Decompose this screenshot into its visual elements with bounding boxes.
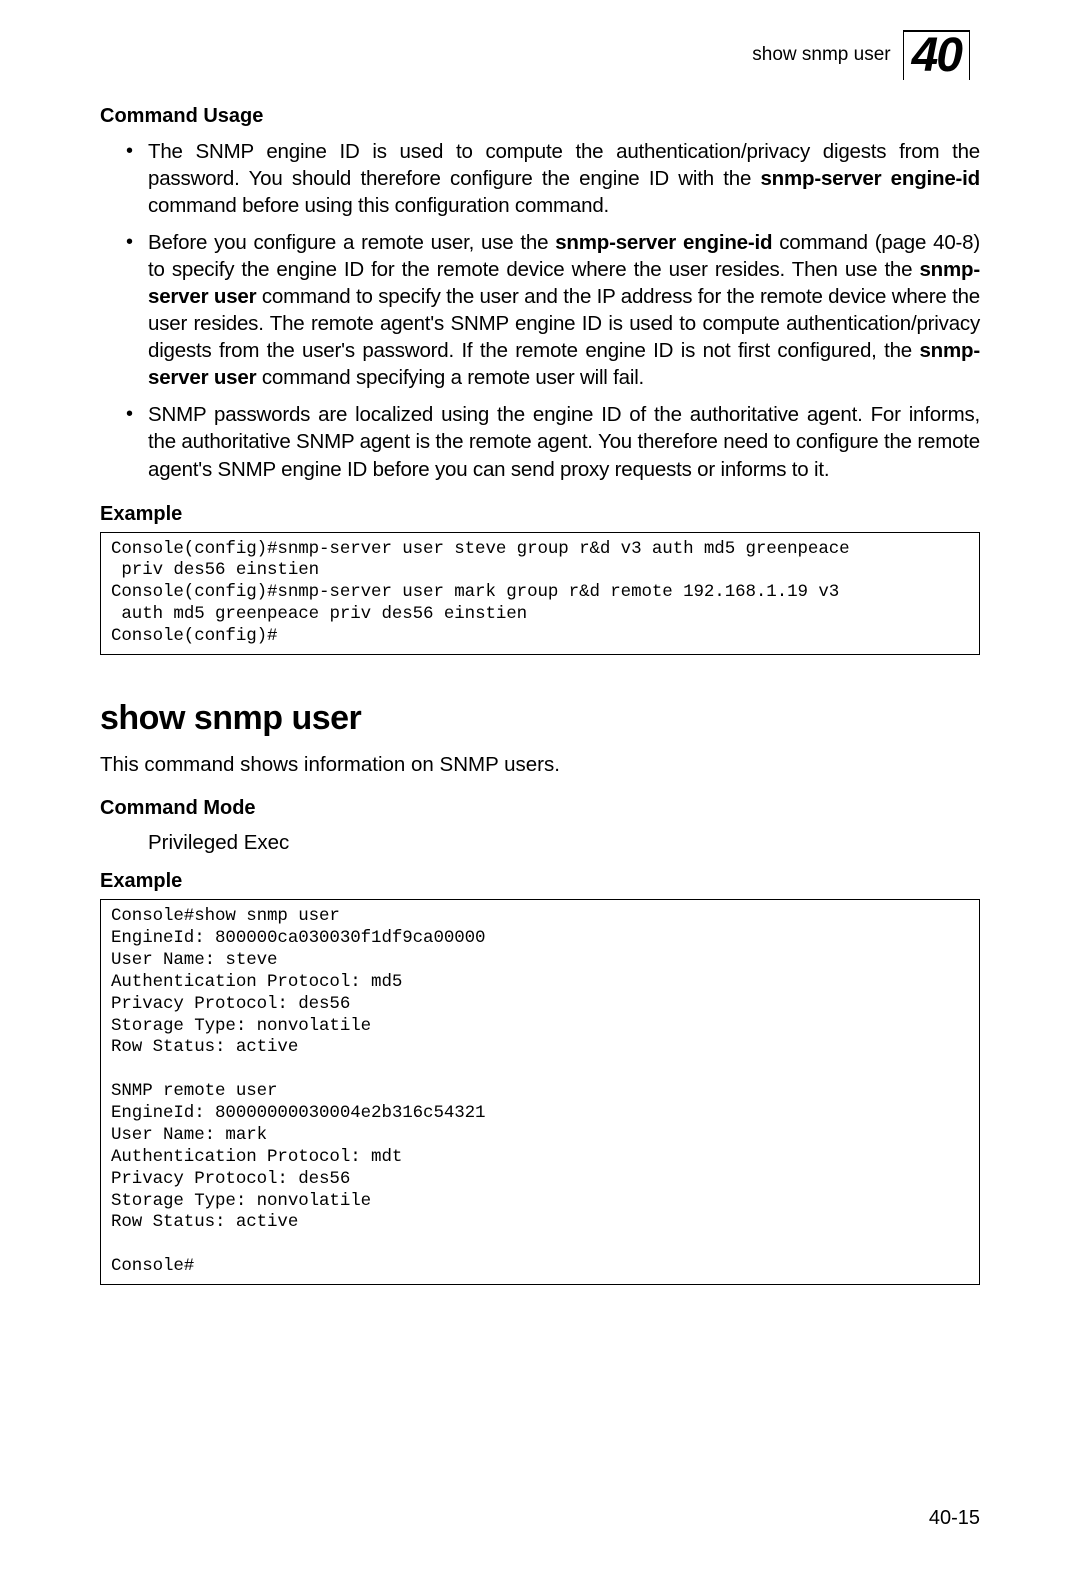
command-mode-value: Privileged Exec (100, 830, 980, 857)
text-segment: SNMP passwords are localized using the e… (148, 403, 980, 480)
page-number: 40-15 (929, 1507, 980, 1530)
bold-text: snmp-server engine-id (760, 167, 980, 190)
bold-text: snmp-server engine-id (555, 231, 772, 254)
code-example-2: Console#show snmp user EngineId: 800000c… (100, 899, 980, 1285)
command-usage-heading: Command Usage (100, 105, 980, 128)
chapter-number: 40 (912, 32, 961, 80)
show-snmp-user-heading: show snmp user (100, 699, 980, 738)
example-heading-2: Example (100, 870, 980, 893)
text-segment: Before you configure a remote user, use … (148, 231, 555, 254)
chapter-number-box: 40 (903, 30, 970, 80)
command-usage-list: The SNMP engine ID is used to compute th… (100, 138, 980, 483)
code-example: Console(config)#snmp-server user steve g… (100, 532, 980, 655)
text-segment: command before using this configuration … (148, 194, 609, 217)
list-item: The SNMP engine ID is used to compute th… (148, 138, 980, 219)
text-segment: command to specify the user and the IP a… (148, 285, 980, 362)
running-title: show snmp user (752, 44, 890, 66)
text-segment: command specifying a remote user will fa… (256, 366, 644, 389)
example-heading: Example (100, 503, 980, 526)
list-item: SNMP passwords are localized using the e… (148, 401, 980, 482)
show-snmp-user-description: This command shows information on SNMP u… (100, 752, 980, 779)
command-mode-heading: Command Mode (100, 797, 980, 820)
list-item: Before you configure a remote user, use … (148, 229, 980, 391)
page-header: show snmp user 40 (100, 30, 980, 80)
